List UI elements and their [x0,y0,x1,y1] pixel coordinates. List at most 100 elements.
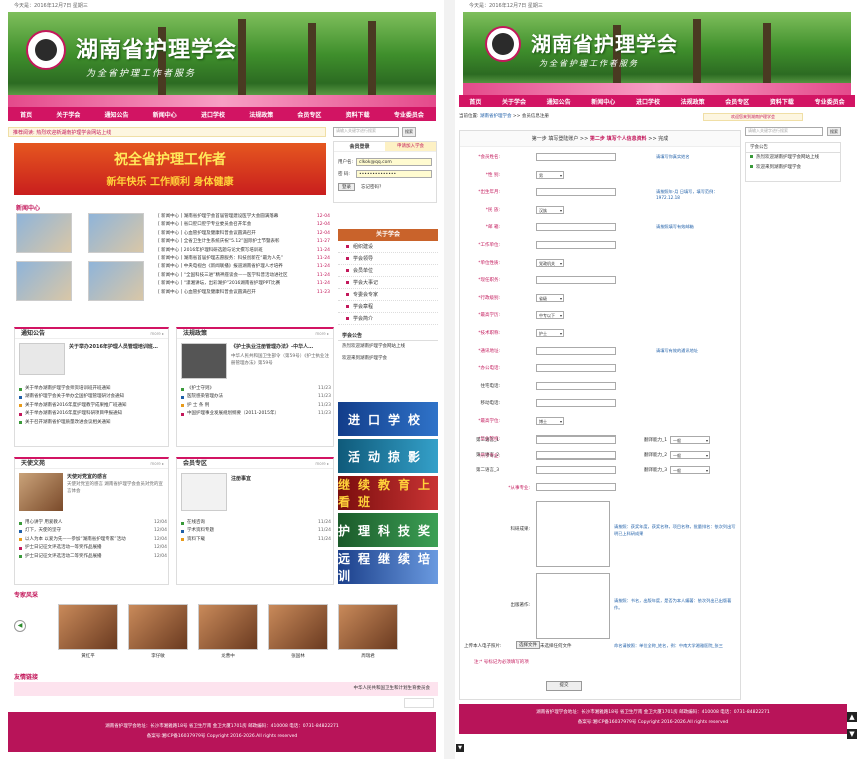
law-thumbnail[interactable] [181,343,227,379]
more-link[interactable]: more ▸ [315,461,329,466]
list-title[interactable]: 关于举办湖南护理学会师资培训班开班通知 [25,385,167,393]
news-photo-1[interactable] [16,213,72,253]
list-item[interactable]: 护士日记征文评选活动一等奖作品展播 12/04 [19,544,167,552]
ad-banner[interactable]: 护理科技奖 [338,513,438,547]
expert-photo[interactable] [128,604,188,650]
list-title[interactable]: 在线咨询 [187,519,316,527]
news-title[interactable]: [ 新闻中心 ] 心血管护理及健康科普会议圆满召开 [158,289,315,297]
tab-join[interactable]: 申请加入学会 [385,142,436,151]
list-title[interactable]: 以人为本 以爱为先——参加“湖南省护理专家”活动 [25,536,152,544]
search-button[interactable]: 搜索 [402,127,416,137]
notice-headline[interactable]: 关于举办2016年护理人员管理培训班… [69,343,158,350]
expert-photo[interactable] [58,604,118,650]
text-field[interactable] [536,153,616,161]
about-item[interactable]: 组织建设 [338,241,438,253]
submit-button[interactable]: 提交 [546,681,582,691]
about-item[interactable]: 学会大事记 [338,277,438,289]
list-title[interactable]: 护 士 条 例 [187,402,316,410]
holiday-slide[interactable]: 祝全省护理工作者 新年快乐 工作顺利 身体健康 [14,143,326,195]
nav-item-notice[interactable]: 通知公告 [105,110,129,119]
news-photo-3[interactable] [16,261,72,301]
lang-field[interactable] [536,436,616,444]
expert-card[interactable]: 李仔敏 [128,604,188,659]
list-title[interactable]: 湖南省护理学会关于举办全国护理管理研讨会通知 [25,393,167,401]
list-title[interactable]: 学术资料专题 [187,527,316,535]
member-headline[interactable]: 注册事宜 [231,475,251,482]
list-item[interactable]: 在线咨询 11/24 [181,519,331,527]
search-input[interactable]: 请输入关键字进行搜索 [333,127,399,137]
lang-level-select[interactable]: 一般 ▾ [670,466,710,474]
scroll-down-icon[interactable]: ▼ [456,744,464,752]
list-title[interactable]: 灯下，天使的坚守 [25,527,152,535]
news-row[interactable]: [ 新闻中心 ] “潇湘讲坛，出彩湖护”2016湖南省护理PPT比赛 11-24 [158,280,330,288]
more-link[interactable]: more ▸ [315,331,329,336]
news-row[interactable]: [ 新闻中心 ] 2016年护理科研选题与论文撰写培训班 11-24 [158,247,330,255]
nav-item-school[interactable]: 进口学校 [636,97,660,106]
nav-item-school[interactable]: 进口学校 [201,110,225,119]
lang-level-select[interactable]: 一般 ▾ [670,436,710,444]
ad-banner[interactable]: 进口学校 [338,402,438,436]
list-item[interactable]: 湖南省护理学会关于举办全国护理管理研讨会通知 [19,393,167,401]
specialty-field[interactable] [536,483,616,491]
select-field[interactable]: 党政机关 ▾ [536,258,564,267]
news-row[interactable]: [ 新闻中心 ] 省口腔口腔学专业委员会召开年会 12-04 [158,221,330,229]
news-title[interactable]: [ 新闻中心 ] 中央电视台《新闻联播》报道湖南省护理人才培养 [158,263,315,271]
notice-thumbnail[interactable] [19,343,65,375]
list-title[interactable]: 医院感染管理办法 [187,393,316,401]
tab-member-login[interactable]: 会员登录 [334,142,385,151]
scroll-top-icon[interactable]: ▲ [847,712,857,722]
select-field[interactable]: 博士 ▾ [536,417,564,425]
nav-item-law[interactable]: 法规政策 [249,110,273,119]
list-title[interactable]: 《护士守则》 [187,385,316,393]
list-item[interactable]: 关于举办湖南护理学会师资培训班开班通知 [19,385,167,393]
news-photo-4[interactable] [88,261,144,301]
nav-item-law[interactable]: 法规政策 [681,97,705,106]
search-input[interactable]: 请输入关键字进行搜索 [745,127,823,136]
about-item[interactable]: 学会领导 [338,253,438,265]
expert-photo[interactable] [268,604,328,650]
expert-photo[interactable] [338,604,398,650]
breadcrumb-home-link[interactable]: 湖南省护理学会 [480,114,512,119]
about-item[interactable]: 学会章程 [338,301,438,313]
list-item[interactable]: 灯下，天使的坚守 12/04 [19,527,167,535]
ad-banner[interactable]: 远程继续培训 [338,550,438,584]
list-item[interactable]: 用心讲学 用爱教人 12/04 [19,519,167,527]
nav-item-notice[interactable]: 通知公告 [547,97,571,106]
select-field[interactable]: 护士 ▾ [536,329,564,337]
news-title[interactable]: [ 新闻中心 ] 全省卫生计生系统庆祝“5.12”国际护士节暨表彰 [158,238,315,246]
list-title[interactable]: 护士日记征文评选活动二等奖作品展播 [25,553,152,561]
list-title[interactable]: 用心讲学 用爱教人 [25,519,152,527]
news-row[interactable]: [ 新闻中心 ] “全国科技三进”精神座谈会——医学科普活动进社区 11-24 [158,272,330,280]
select-field[interactable]: 省级 ▾ [536,293,564,302]
list-title[interactable]: 资料下载 [187,536,316,544]
search-button[interactable]: 搜索 [827,127,841,136]
about-item[interactable]: 专委会专家 [338,289,438,301]
list-title[interactable]: 关于召开湖南省护理质量改进会议相关通知 [25,419,167,427]
more-link[interactable]: more ▸ [150,331,164,336]
list-title[interactable]: 关于举办湖南省2016年度护理科研项目申报通知 [25,410,167,418]
side-item[interactable]: 欢迎来到湖南护理学会 [746,163,840,173]
gonggao-item[interactable]: 热烈欢迎湖南护理学会网站上线 [338,341,438,353]
news-title[interactable]: [ 新闻中心 ] 2016年护理科研选题与论文撰写培训班 [158,247,315,255]
news-title[interactable]: [ 新闻中心 ] 湖南省护理学会首届管理建设医学大会圆满落幕 [158,213,315,221]
news-title[interactable]: [ 新闻中心 ] 省口腔口腔学专业委员会召开年会 [158,221,315,229]
login-button[interactable]: 登录 [338,183,355,191]
list-item[interactable]: 中国护理事业发展规划纲要（2011-2015年） 11/23 [181,410,331,418]
culture-headline[interactable]: 天使对党宣的感言 [67,473,107,480]
list-item[interactable]: 护士日记征文评选活动二等奖作品展播 12/04 [19,553,167,561]
nav-item-news[interactable]: 新闻中心 [153,110,177,119]
text-field[interactable] [536,399,616,408]
text-field[interactable] [536,241,616,249]
culture-thumbnail[interactable] [19,473,63,511]
choose-file-button[interactable]: 选择文件 [516,641,540,649]
society-logo-icon[interactable] [26,30,66,70]
news-row[interactable]: [ 新闻中心 ] 湖南省护理学会首届管理建设医学大会圆满落幕 12-04 [158,213,330,221]
news-row[interactable]: [ 新闻中心 ] 全省卫生计生系统庆祝“5.12”国际护士节暨表彰 11-27 [158,238,330,246]
nav-item-about[interactable]: 关于学会 [56,110,80,119]
text-field[interactable] [536,381,616,390]
list-item[interactable]: 学术资料专题 11/24 [181,527,331,535]
paper-textarea[interactable] [536,573,610,639]
gonggao-item[interactable]: 欢迎来到湖南护理学会 [338,353,438,365]
select-field[interactable]: 中专以下 ▾ [536,311,564,320]
ad-banner[interactable]: 继续教育上看班 [338,476,438,510]
